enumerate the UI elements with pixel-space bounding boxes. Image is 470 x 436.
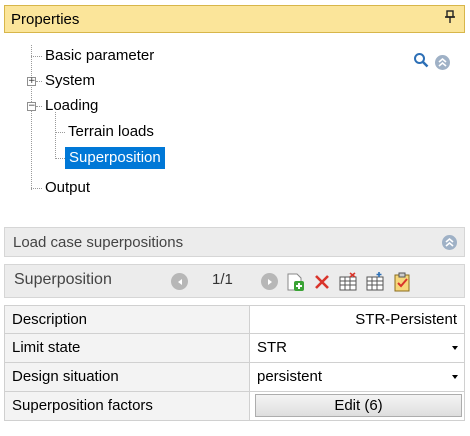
limit-state-select[interactable]: STR: [250, 334, 464, 362]
tree-line: [55, 112, 56, 159]
table-delete-icon[interactable]: [338, 272, 358, 292]
collapse-up-icon[interactable]: [442, 235, 457, 250]
search-icon[interactable]: [413, 52, 429, 72]
tree-item-superposition[interactable]: Superposition: [65, 147, 165, 169]
collapse-icon[interactable]: −: [27, 102, 36, 111]
limit-state-value: STR: [257, 339, 287, 356]
property-row-superposition-factors: Superposition factors Edit (6): [4, 392, 465, 421]
expand-icon[interactable]: +: [27, 77, 36, 86]
next-icon[interactable]: [261, 273, 278, 290]
tree-item-output[interactable]: Output: [45, 177, 90, 199]
property-label: Superposition factors: [5, 392, 250, 420]
load-case-title: Load case superpositions: [13, 233, 184, 251]
clipboard-check-icon[interactable]: [392, 272, 412, 292]
add-icon[interactable]: [285, 272, 305, 292]
description-field[interactable]: STR-Persistent: [250, 306, 464, 333]
chevron-down-icon[interactable]: [452, 375, 458, 379]
tree-toolbar: [413, 52, 450, 72]
tree-item-terrain-loads[interactable]: Terrain loads: [68, 121, 154, 143]
tree-line: [36, 106, 42, 107]
property-label: Design situation: [5, 363, 250, 391]
tree-line: [55, 132, 65, 133]
tree-item-loading[interactable]: Loading: [45, 95, 98, 117]
tree-line: [31, 56, 42, 57]
table-insert-icon[interactable]: [365, 272, 385, 292]
property-row-limit-state: Limit state STR: [4, 334, 465, 363]
tree-line: [31, 45, 32, 190]
navigation-tree: + − Basic parameter System Loading Terra…: [0, 0, 470, 210]
chevron-down-icon[interactable]: [452, 346, 458, 350]
tree-line: [31, 188, 42, 189]
delete-icon[interactable]: [312, 272, 332, 292]
tree-item-basic-parameter[interactable]: Basic parameter: [45, 45, 154, 67]
superposition-toolbar: Superposition 1/1: [4, 264, 465, 298]
tree-item-system[interactable]: System: [45, 70, 95, 92]
load-case-header: Load case superpositions: [4, 227, 465, 257]
tree-line: [55, 158, 65, 159]
property-row-description: Description STR-Persistent: [4, 305, 465, 334]
edit-factors-button[interactable]: Edit (6): [255, 394, 462, 417]
collapse-up-icon[interactable]: [435, 54, 450, 70]
design-situation-value: persistent: [257, 368, 323, 385]
page-indicator: 1/1: [212, 271, 233, 288]
toolbar-label: Superposition: [14, 271, 112, 288]
tree-line: [36, 81, 42, 82]
property-label: Description: [5, 306, 250, 333]
design-situation-select[interactable]: persistent: [250, 363, 464, 391]
property-label: Limit state: [5, 334, 250, 362]
property-row-design-situation: Design situation persistent: [4, 363, 465, 392]
previous-icon[interactable]: [171, 273, 188, 290]
